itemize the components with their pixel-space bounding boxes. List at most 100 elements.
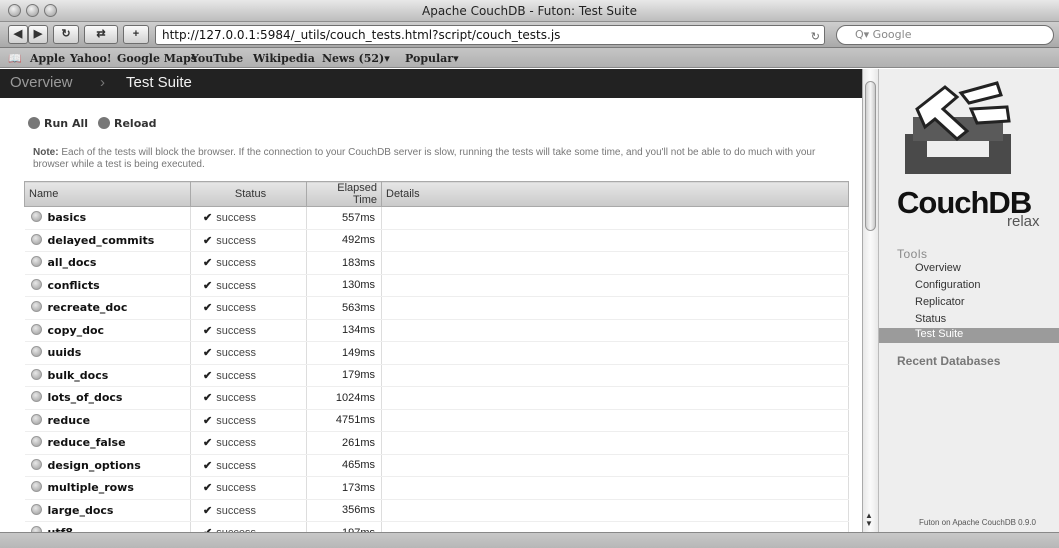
test-details — [381, 319, 849, 342]
book-icon[interactable]: 📖 — [8, 52, 22, 65]
column-header-status: Status — [190, 181, 307, 207]
test-details — [381, 251, 849, 275]
scrollbar-thumb[interactable] — [865, 81, 876, 231]
sidebar-item-status[interactable]: Status — [915, 313, 946, 325]
run-test-icon[interactable] — [30, 503, 42, 515]
run-test-icon[interactable] — [30, 368, 42, 380]
vertical-scrollbar[interactable]: ▲ ▼ — [862, 69, 878, 532]
test-elapsed-time: 492ms — [306, 229, 382, 252]
test-name: reduce — [47, 413, 91, 427]
run-test-icon[interactable] — [30, 278, 42, 290]
test-elapsed-time: 130ms — [306, 274, 382, 297]
run-test-icon[interactable] — [30, 481, 42, 493]
reload-button[interactable]: Reload — [98, 117, 157, 130]
forward-button[interactable]: ▶ — [28, 25, 48, 44]
test-name-cell[interactable]: multiple_rows — [24, 476, 191, 500]
test-name-cell[interactable]: large_docs — [24, 499, 191, 522]
bookmark-item[interactable]: News (52)▾ — [322, 52, 390, 65]
run-test-icon[interactable] — [30, 323, 42, 335]
bookmark-item[interactable]: Google Maps — [117, 52, 197, 65]
address-bar[interactable]: http://127.0.0.1:5984/_utils/couch_tests… — [155, 25, 825, 45]
test-name-cell[interactable]: basics — [24, 206, 191, 230]
test-name-cell[interactable]: utf8 — [24, 521, 191, 532]
run-test-icon[interactable] — [30, 436, 42, 448]
reload-page-button[interactable]: ↻ — [53, 25, 79, 44]
test-elapsed-time: 356ms — [306, 499, 382, 522]
sidebar-item-configuration[interactable]: Configuration — [915, 279, 980, 291]
test-name-cell[interactable]: uuids — [24, 341, 191, 365]
test-status: success — [216, 482, 256, 495]
sidebar-item-overview[interactable]: Overview — [915, 262, 961, 274]
test-status-cell: ✔success — [190, 431, 307, 455]
run-test-icon[interactable] — [30, 301, 42, 313]
test-name: recreate_doc — [47, 301, 128, 315]
test-name-cell[interactable]: all_docs — [24, 251, 191, 275]
url-reload-icon[interactable]: ↻ — [811, 28, 820, 44]
test-status: success — [216, 392, 256, 405]
note-label: Note: — [33, 147, 59, 158]
test-details — [381, 431, 849, 455]
checkmark-icon: ✔ — [203, 392, 213, 405]
run-test-icon[interactable] — [30, 413, 42, 425]
bookmark-item[interactable]: Yahoo! — [70, 52, 112, 65]
test-name-cell[interactable]: conflicts — [24, 274, 191, 297]
run-test-icon[interactable] — [30, 458, 42, 470]
test-elapsed-time: 179ms — [306, 364, 382, 387]
test-name: bulk_docs — [47, 368, 109, 382]
test-name-cell[interactable]: bulk_docs — [24, 364, 191, 387]
test-status: success — [216, 504, 256, 517]
tools-heading: Tools — [897, 247, 928, 261]
scroll-arrows[interactable]: ▲ ▼ — [865, 512, 873, 528]
test-name-cell[interactable]: delayed_commits — [24, 229, 191, 252]
run-all-button[interactable]: Run All — [28, 117, 88, 130]
test-name-cell[interactable]: recreate_doc — [24, 296, 191, 320]
test-details — [381, 341, 849, 365]
test-name-cell[interactable]: reduce — [24, 409, 191, 432]
test-status: success — [216, 234, 256, 247]
test-name: reduce_false — [47, 436, 126, 450]
test-name-cell[interactable]: lots_of_docs — [24, 386, 191, 410]
run-test-icon[interactable] — [30, 256, 42, 268]
bookmark-item[interactable]: YouTube — [191, 52, 243, 65]
checkmark-icon: ✔ — [203, 459, 213, 472]
run-test-icon[interactable] — [30, 391, 42, 403]
bookmarks-bar: 📖 Apple Yahoo! Google Maps YouTube Wikip… — [0, 48, 1059, 68]
test-status-cell: ✔success — [190, 364, 307, 387]
table-row: delayed_commits ✔ success 492ms — [24, 229, 849, 252]
breadcrumb-overview[interactable]: Overview — [10, 74, 73, 91]
test-elapsed-time: 183ms — [306, 251, 382, 275]
checkmark-icon: ✔ — [203, 212, 213, 225]
run-test-icon[interactable] — [30, 346, 42, 358]
run-test-icon[interactable] — [30, 211, 42, 223]
note-body: Each of the tests will block the browser… — [33, 147, 816, 170]
back-button[interactable]: ◀ — [8, 25, 28, 44]
sidebar-item-test-suite[interactable]: Test Suite — [879, 328, 1059, 343]
test-elapsed-time: 197ms — [306, 521, 382, 532]
column-header-elapsed-time: Elapsed Time — [306, 181, 382, 207]
snapback-button[interactable]: ⇄ — [84, 25, 118, 44]
table-row: recreate_doc ✔ success 563ms — [24, 296, 849, 320]
table-row: multiple_rows ✔ success 173ms — [24, 476, 849, 500]
run-test-icon[interactable] — [30, 233, 42, 245]
bookmark-item[interactable]: Popular▾ — [405, 52, 459, 65]
test-name-cell[interactable]: design_options — [24, 454, 191, 477]
test-name-cell[interactable]: copy_doc — [24, 319, 191, 342]
test-name: all_docs — [47, 256, 97, 270]
test-details — [381, 274, 849, 297]
add-bookmark-button[interactable]: + — [123, 25, 149, 44]
sidebar-item-replicator[interactable]: Replicator — [915, 296, 965, 308]
test-name-cell[interactable]: reduce_false — [24, 431, 191, 455]
test-status-cell: ✔success — [190, 476, 307, 500]
test-details — [381, 409, 849, 432]
checkmark-icon: ✔ — [203, 234, 213, 247]
breadcrumb-current: Test Suite — [126, 74, 192, 91]
bookmark-item[interactable]: Apple — [30, 52, 65, 65]
test-elapsed-time: 4751ms — [306, 409, 382, 432]
test-status-cell: ✔success — [190, 296, 307, 320]
test-status: success — [216, 459, 256, 472]
search-field[interactable]: Q▾ Google — [836, 25, 1054, 45]
test-elapsed-time: 149ms — [306, 341, 382, 365]
test-status-cell: ✔success — [190, 521, 307, 532]
bookmark-item[interactable]: Wikipedia — [253, 52, 315, 65]
test-details — [381, 206, 849, 230]
